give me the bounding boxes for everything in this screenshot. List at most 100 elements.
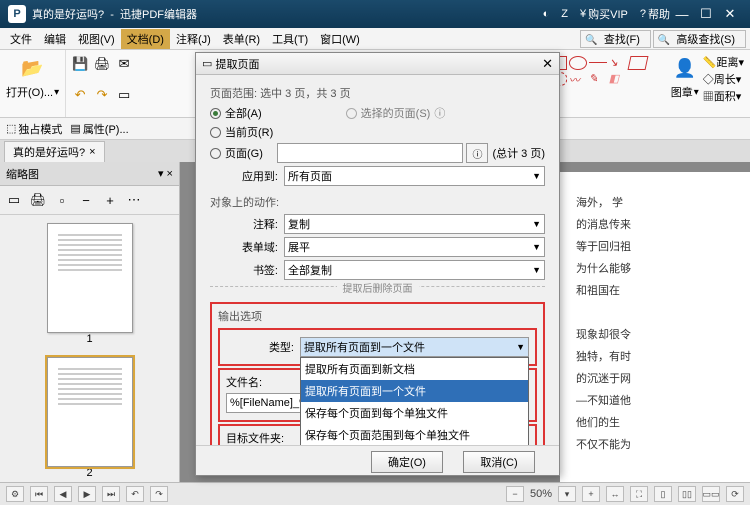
quick-tools: 💾 🖨 ✉ ↶ ↷ ▭ <box>66 50 146 117</box>
radio-all[interactable]: 全部(A) <box>210 105 262 121</box>
buy-vip[interactable]: ¥ 购买VIP <box>580 6 628 22</box>
radio-selected: 选择的页面(S) ⓘ <box>346 105 446 121</box>
back-icon[interactable]: ↶ <box>126 486 144 502</box>
type-option[interactable]: 提取所有页面到一个文件 <box>301 380 528 402</box>
next-page-icon[interactable]: ▶ <box>78 486 96 502</box>
poly-icon[interactable] <box>627 56 648 70</box>
find-button[interactable]: 🔍查找(F) <box>580 30 651 48</box>
opts-icon[interactable]: ⚙ <box>6 486 24 502</box>
page-icon[interactable]: ▭ <box>114 85 134 105</box>
type-option[interactable]: 保存每个页面范围到每个单独文件 <box>301 424 528 445</box>
menu-form[interactable]: 表单(R) <box>217 29 266 49</box>
type-select[interactable]: 提取所有页面到一个文件▼ 提取所有页面到新文档 提取所有页面到一个文件 保存每个… <box>300 337 529 357</box>
menu-window[interactable]: 窗口(W) <box>314 29 366 49</box>
zoom-value: 50% <box>530 488 552 500</box>
radio-pages[interactable]: 页面(G) <box>210 145 263 161</box>
type-option[interactable]: 提取所有页面到新文档 <box>301 358 528 380</box>
title-bar: P 真的是好运吗? - 迅捷PDF编辑器 ◐ Z ¥ 购买VIP ? 帮助 ― … <box>0 0 750 28</box>
tab-close-icon[interactable]: × <box>89 146 95 158</box>
advanced-find-button[interactable]: 🔍高级查找(S) <box>653 30 746 48</box>
extract-pages-dialog: ▭ 提取页面 ✕ 页面范围: 选中 3 页，共 3 页 全部(A) 选择的页面(… <box>195 52 560 476</box>
thumb-add-icon[interactable]: ▭ <box>4 190 24 210</box>
type-option[interactable]: 保存每个页面到每个单独文件 <box>301 402 528 424</box>
document-tab[interactable]: 真的是好运吗? × <box>4 141 105 162</box>
area-tool[interactable]: ▦面积▾ <box>703 88 744 104</box>
type-dropdown: 提取所有页面到新文档 提取所有页面到一个文件 保存每个页面到每个单独文件 保存每… <box>300 357 529 445</box>
menu-document[interactable]: 文档(D) <box>121 29 170 49</box>
last-page-icon[interactable]: ⏭ <box>102 486 120 502</box>
output-section: 输出选项 类型: 提取所有页面到一个文件▼ 提取所有页面到新文档 提取所有页面到… <box>210 302 545 445</box>
app-logo: P <box>8 5 26 23</box>
panel-menu-icon[interactable]: ▾ × <box>158 167 173 180</box>
menu-view[interactable]: 视图(V) <box>72 29 121 49</box>
anno-label: 注释: <box>210 216 284 232</box>
help-button[interactable]: ? 帮助 <box>640 6 670 22</box>
single-page-icon[interactable]: ▯ <box>654 486 672 502</box>
distance-tool[interactable]: 📏距离▾ <box>703 54 744 70</box>
save-icon[interactable]: 💾 <box>70 54 90 74</box>
facing-icon[interactable]: ▭▭ <box>702 486 720 502</box>
solo-mode[interactable]: ⬚ 独占模式 <box>6 121 62 137</box>
thumbnail[interactable]: 1 <box>47 223 133 345</box>
page-content: 海外， 学的消息传来等于回归祖 为什么能够和祖国在 现象却很令独特，有时的沉迷于… <box>560 172 750 482</box>
folder-open-icon: 📂 <box>19 54 47 82</box>
dialog-close-icon[interactable]: ✕ <box>542 56 553 72</box>
thumbnail[interactable]: 2 <box>47 357 133 479</box>
fit-width-icon[interactable]: ↔ <box>606 486 624 502</box>
open-group[interactable]: 📂 打开(O)...▾ <box>0 50 66 117</box>
actions-label: 对象上的动作: <box>210 194 545 210</box>
maximize-button[interactable]: ☐ <box>694 6 718 22</box>
page-info-icon[interactable]: ⓘ <box>466 143 488 163</box>
fwd-icon[interactable]: ↷ <box>150 486 168 502</box>
user-icon[interactable]: ◐ <box>543 8 550 20</box>
menu-edit[interactable]: 编辑 <box>38 29 72 49</box>
continuous-icon[interactable]: ▯▯ <box>678 486 696 502</box>
thumb-zoomin-icon[interactable]: + <box>100 190 120 210</box>
cancel-button[interactable]: 取消(C) <box>463 451 535 473</box>
thumb-print-icon[interactable]: 🖨 <box>28 190 48 210</box>
undo-icon[interactable]: ↶ <box>70 85 90 105</box>
polyline-icon[interactable]: 〰 <box>569 72 587 86</box>
zoom-out-icon[interactable]: − <box>506 486 524 502</box>
menu-comment[interactable]: 注释(J) <box>170 29 217 49</box>
menu-file[interactable]: 文件 <box>4 29 38 49</box>
user-z[interactable]: Z <box>561 8 568 20</box>
redo-icon[interactable]: ↷ <box>92 85 112 105</box>
minimize-button[interactable]: ― <box>670 7 694 22</box>
line-icon[interactable] <box>589 62 607 63</box>
status-bar: ⚙ ⏮ ◀ ▶ ⏭ ↶ ↷ − 50% ▾ + ↔ ⛶ ▯ ▯▯ ▭▭ ⟳ <box>0 482 750 505</box>
form-select[interactable]: 展平▼ <box>284 237 545 257</box>
window-title: 真的是好运吗? - 迅捷PDF编辑器 <box>32 6 531 22</box>
rotate-icon[interactable]: ⟳ <box>726 486 744 502</box>
bookmark-select[interactable]: 全部复制▼ <box>284 260 545 280</box>
mail-icon[interactable]: ✉ <box>114 54 134 74</box>
page-range-input[interactable] <box>277 143 464 163</box>
tab-label: 真的是好运吗? <box>13 144 85 160</box>
print-icon[interactable]: 🖨 <box>92 54 112 74</box>
thumb-del-icon[interactable]: ▫ <box>52 190 72 210</box>
perimeter-tool[interactable]: ◇周长▾ <box>703 71 744 87</box>
ok-button[interactable]: 确定(O) <box>371 451 443 473</box>
fit-page-icon[interactable]: ⛶ <box>630 486 648 502</box>
zoom-dropdown-icon[interactable]: ▾ <box>558 486 576 502</box>
properties-button[interactable]: ▤ 属性(P)... <box>70 121 128 137</box>
menu-tool[interactable]: 工具(T) <box>266 29 314 49</box>
thumb-zoomout-icon[interactable]: − <box>76 190 96 210</box>
delete-after-label: 提取后删除页面 <box>337 280 419 295</box>
arrow-icon[interactable]: ↘ <box>609 56 627 70</box>
pencil-icon[interactable]: ✎ <box>589 72 607 86</box>
thumbnail-panel: 缩略图 ▾ × ▭ 🖨 ▫ − + ⋯ 1 2 3 <box>0 162 180 502</box>
eraser-icon[interactable]: ◧ <box>609 72 627 86</box>
zoom-in-icon[interactable]: + <box>582 486 600 502</box>
radio-current[interactable]: 当前页(R) <box>210 124 273 140</box>
thumb-more-icon[interactable]: ⋯ <box>124 190 144 210</box>
anno-select[interactable]: 复制▼ <box>284 214 545 234</box>
close-button[interactable]: ✕ <box>718 6 742 22</box>
first-page-icon[interactable]: ⏮ <box>30 486 48 502</box>
stamp-icon[interactable]: 👤 <box>671 54 699 82</box>
applyto-select[interactable]: 所有页面▼ <box>284 166 545 186</box>
prev-page-icon[interactable]: ◀ <box>54 486 72 502</box>
type-label: 类型: <box>226 339 300 355</box>
output-label: 输出选项 <box>218 308 537 324</box>
oval-icon[interactable] <box>569 56 587 70</box>
